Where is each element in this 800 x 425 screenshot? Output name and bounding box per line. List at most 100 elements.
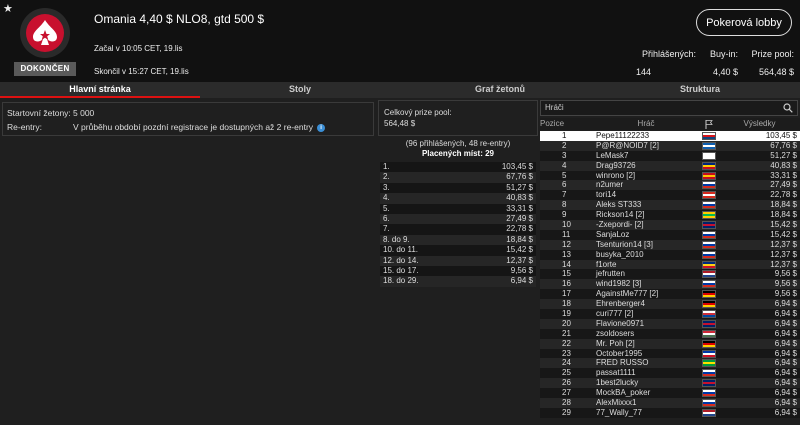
flag-icon	[705, 119, 713, 129]
payout-row: 10. do 11. 15,42 $	[380, 245, 536, 256]
payout-place: 12. do 14.	[383, 255, 419, 265]
player-row[interactable]: 27 MockBA_poker 6,94 $	[540, 388, 800, 399]
payout-row: 8. do 9. 18,84 $	[380, 234, 536, 246]
player-winnings: 6,94 $	[774, 299, 797, 309]
player-position: 13	[562, 249, 571, 259]
player-row[interactable]: 5 winrono [2] 33,31 $	[540, 170, 800, 181]
player-name: Ehrenberger4	[596, 299, 645, 309]
country-flag-icon	[702, 201, 716, 210]
player-winnings: 51,27 $	[770, 150, 797, 160]
player-row[interactable]: 13 busyka_2010 12,37 $	[540, 249, 800, 260]
player-winnings: 103,45 $	[765, 131, 797, 140]
player-position: 5	[562, 170, 567, 180]
player-row[interactable]: 23 October1995 6,94 $	[540, 348, 800, 359]
player-row[interactable]: 14 f1orte 12,37 $	[540, 259, 800, 270]
payout-place: 1.	[383, 162, 390, 171]
player-row[interactable]: 16 wind1982 [3] 9,56 $	[540, 279, 800, 290]
player-row[interactable]: 15 jefrutten 9,56 $	[540, 269, 800, 280]
player-position: 26	[562, 378, 571, 388]
player-row[interactable]: 24 FRED RUSSO 6,94 $	[540, 358, 800, 369]
player-row[interactable]: 11 SanjaLoz 15,42 $	[540, 229, 800, 240]
player-name: curi777 [2]	[596, 309, 634, 319]
tab-chip-graph[interactable]: Graf žetonů	[400, 82, 600, 98]
payout-place: 18. do 29.	[383, 276, 419, 286]
country-flag-icon	[702, 339, 716, 348]
tab-main[interactable]: Hlavní stránka	[0, 82, 200, 98]
player-row[interactable]: 29 77_Wally_77 6,94 $	[540, 407, 800, 418]
favorite-star-icon[interactable]: ★	[3, 2, 13, 15]
player-row[interactable]: 19 curi777 [2] 6,94 $	[540, 309, 800, 319]
search-icon[interactable]	[783, 103, 793, 113]
poker-lobby-button[interactable]: Pokerová lobby	[696, 9, 792, 36]
col-position[interactable]: Pozice	[540, 118, 592, 130]
payout-row: 4. 40,83 $	[380, 193, 536, 204]
tab-structure[interactable]: Struktura	[600, 82, 800, 98]
country-flag-icon	[702, 398, 716, 407]
player-name: October1995	[596, 348, 643, 358]
player-country	[696, 378, 722, 388]
player-row[interactable]: 7 tori14 22,78 $	[540, 190, 800, 201]
country-flag-icon	[702, 151, 716, 160]
player-position: 22	[562, 338, 571, 348]
player-name: 1best2lucky	[596, 378, 639, 388]
payout-amount: 51,27 $	[506, 182, 533, 192]
player-row[interactable]: 21 zsoldosers 6,94 $	[540, 328, 800, 339]
prize-pool-label: Celkový prize pool:	[384, 108, 452, 117]
player-row[interactable]: 3 LeMask7 51,27 $	[540, 150, 800, 161]
player-row[interactable]: 10 -Zxepordi- [2] 15,42 $	[540, 220, 800, 230]
tab-tables[interactable]: Stoly	[200, 82, 400, 98]
player-search-input[interactable]: Hráči	[540, 100, 798, 116]
player-row[interactable]: 12 Tsenturion14 [3] 12,37 $	[540, 239, 800, 250]
player-name: Mr. Poh [2]	[596, 338, 635, 348]
player-winnings: 9,56 $	[774, 289, 797, 299]
registered-label: Přihlášených:	[641, 49, 696, 59]
player-country	[696, 151, 722, 161]
player-position: 6	[562, 180, 567, 190]
player-name: Rickson14 [2]	[596, 210, 645, 220]
player-country	[696, 339, 722, 349]
col-country[interactable]	[696, 118, 722, 130]
player-row[interactable]: 26 1best2lucky 6,94 $	[540, 378, 800, 389]
player-name: passat1111	[596, 368, 636, 378]
player-row[interactable]: 20 Flavione0971 6,94 $	[540, 318, 800, 329]
player-row[interactable]: 9 Rickson14 [2] 18,84 $	[540, 210, 800, 221]
player-row[interactable]: 2 P@R@NOID7 [2] 67,76 $	[540, 140, 800, 151]
player-row[interactable]: 22 Mr. Poh [2] 6,94 $	[540, 338, 800, 349]
player-position: 9	[562, 210, 567, 220]
player-row[interactable]: 25 passat1111 6,94 $	[540, 368, 800, 379]
player-position: 18	[562, 299, 571, 309]
info-icon[interactable]: i	[317, 123, 326, 132]
player-row[interactable]: 6 n2umer 27,49 $	[540, 180, 800, 191]
player-winnings: 9,56 $	[774, 279, 797, 289]
player-name: P@R@NOID7 [2]	[596, 140, 659, 150]
player-winnings: 40,83 $	[770, 160, 797, 170]
player-country	[696, 408, 722, 418]
player-row[interactable]: 4 Drag93726 40,83 $	[540, 160, 800, 171]
player-row[interactable]: 28 AlexMixxx1 6,94 $	[540, 398, 800, 408]
player-winnings: 6,94 $	[774, 338, 797, 348]
player-row[interactable]: 17 AgainstMe777 [2] 9,56 $	[540, 289, 800, 300]
country-flag-icon	[702, 211, 716, 220]
player-row[interactable]: 18 Ehrenberger4 6,94 $	[540, 299, 800, 310]
player-country	[696, 190, 722, 200]
tournament-lobby-window: ★ DOKONČEN Omania 4,40 $ NLO8, gtd 500 $…	[0, 0, 800, 425]
player-country	[696, 161, 722, 171]
player-position: 14	[562, 259, 571, 269]
player-name: Drag93726	[596, 160, 636, 170]
player-country	[696, 398, 722, 408]
col-player[interactable]: Hráč	[592, 118, 696, 130]
prize-panel: Celkový prize pool: 564,48 $ (96 přihláš…	[378, 100, 538, 425]
country-flag-icon	[702, 141, 716, 150]
col-results[interactable]: Výsledky	[722, 118, 800, 130]
payout-row: 18. do 29. 6,94 $	[380, 276, 536, 287]
player-position: 1	[562, 131, 567, 140]
player-row[interactable]: 1 Pepe11122233 103,45 $	[540, 131, 800, 141]
player-name: jefrutten	[596, 269, 625, 279]
player-name: Tsenturion14 [3]	[596, 239, 653, 249]
payout-row: 3. 51,27 $	[380, 182, 536, 194]
player-row[interactable]: 8 Aleks ST333 18,84 $	[540, 200, 800, 211]
player-position: 10	[562, 220, 571, 230]
player-name: Flavione0971	[596, 318, 645, 328]
payout-amount: 9,56 $	[510, 265, 533, 275]
player-winnings: 18,84 $	[770, 200, 797, 210]
